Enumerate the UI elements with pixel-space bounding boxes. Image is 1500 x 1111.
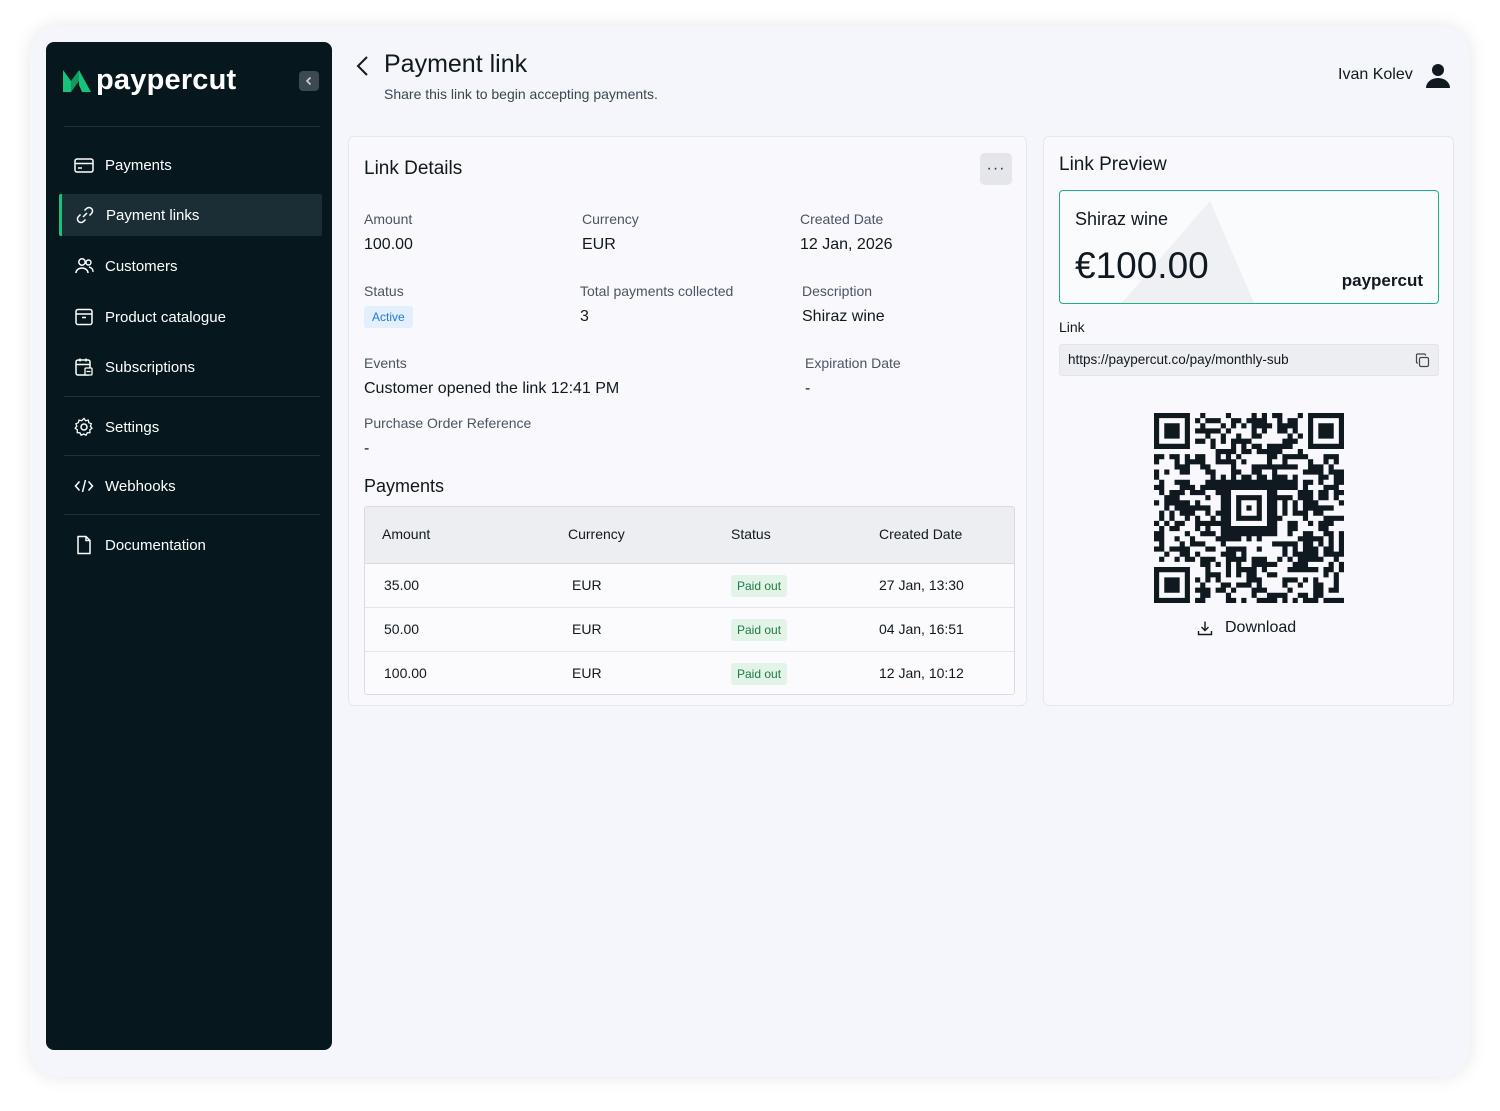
currency-label: Currency bbox=[582, 211, 639, 227]
sidebar-item-subscriptions[interactable]: Subscriptions bbox=[59, 346, 322, 388]
sidebar-divider bbox=[64, 455, 320, 456]
amount-value: 100.00 bbox=[364, 236, 413, 253]
expiration-date-label: Expiration Date bbox=[805, 355, 901, 371]
description-label: Description bbox=[802, 283, 873, 299]
events-value: Customer opened the link 12:41 PM bbox=[364, 380, 620, 397]
total-payments-value: 3 bbox=[580, 308, 589, 325]
checkout-preview: Shiraz wine €100.00 paypercut bbox=[1059, 190, 1439, 304]
sidebar-item-customers[interactable]: Customers bbox=[59, 245, 322, 287]
page-subtitle: Share this link to begin accepting payme… bbox=[384, 86, 658, 102]
cell-status-badge: Paid out bbox=[731, 663, 788, 685]
brand-name: paypercut bbox=[96, 63, 237, 96]
link-details-card: Link Details ··· Amount 100.00 Currency … bbox=[348, 136, 1027, 706]
link-preview-card: Link Preview Shiraz wine €100.00 payperc… bbox=[1043, 136, 1454, 706]
archive-box-icon bbox=[75, 308, 93, 326]
user-name: Ivan Kolev bbox=[1338, 66, 1413, 83]
link-preview-title: Link Preview bbox=[1059, 154, 1167, 175]
cell-date: 12 Jan, 10:12 bbox=[879, 665, 964, 681]
sidebar-item-label: Settings bbox=[105, 418, 160, 436]
table-row[interactable]: 50.00 EUR Paid out 04 Jan, 16:51 bbox=[365, 608, 1014, 652]
paypercut-logo-icon bbox=[63, 70, 91, 92]
created-date-value: 12 Jan, 2026 bbox=[800, 236, 893, 253]
sidebar-item-label: Documentation bbox=[105, 536, 206, 554]
sidebar-item-label: Payments bbox=[105, 156, 172, 174]
back-arrow-icon[interactable] bbox=[352, 54, 374, 78]
cell-status-badge: Paid out bbox=[731, 619, 788, 641]
sidebar-divider bbox=[64, 126, 320, 127]
sidebar-item-label: Payment links bbox=[106, 206, 200, 224]
page-title: Payment link bbox=[384, 50, 528, 78]
cell-status-badge: Paid out bbox=[731, 575, 788, 597]
user-menu[interactable]: Ivan Kolev bbox=[1338, 62, 1451, 88]
chevron-left-icon bbox=[305, 76, 312, 86]
qr-code-image bbox=[1154, 413, 1344, 603]
sidebar-divider bbox=[64, 514, 320, 515]
sidebar-item-payments[interactable]: Payments bbox=[59, 144, 322, 186]
amount-label: Amount bbox=[364, 211, 413, 227]
cell-amount: 50.00 bbox=[384, 621, 420, 637]
table-header: Amount Currency Status Created Date bbox=[365, 507, 1014, 564]
sidebar-item-label: Product catalogue bbox=[105, 308, 226, 326]
user-avatar-icon bbox=[1425, 64, 1450, 88]
sidebar-divider bbox=[64, 396, 320, 397]
table-row[interactable]: 35.00 EUR Paid out 27 Jan, 13:30 bbox=[365, 564, 1014, 608]
column-header-amount[interactable]: Amount bbox=[382, 526, 430, 542]
more-options-button[interactable]: ··· bbox=[980, 153, 1012, 185]
column-header-created-date[interactable]: Created Date bbox=[879, 526, 962, 542]
cell-currency: EUR bbox=[572, 621, 602, 637]
currency-value: EUR bbox=[582, 236, 616, 253]
status-badge: Active bbox=[364, 306, 413, 328]
cell-date: 27 Jan, 13:30 bbox=[879, 577, 964, 593]
sidebar: paypercut Payments Payment links Custome… bbox=[46, 42, 332, 1050]
document-icon bbox=[77, 535, 91, 555]
cell-currency: EUR bbox=[572, 665, 602, 681]
sidebar-item-label: Subscriptions bbox=[105, 358, 196, 376]
sidebar-item-label: Webhooks bbox=[105, 477, 176, 495]
column-header-status[interactable]: Status bbox=[731, 526, 771, 542]
copy-icon[interactable] bbox=[1415, 353, 1430, 368]
credit-card-icon bbox=[74, 158, 94, 173]
payments-section-title: Payments bbox=[364, 476, 445, 496]
gear-icon bbox=[74, 417, 93, 437]
download-label: Download bbox=[1225, 619, 1297, 636]
code-icon bbox=[74, 479, 94, 493]
link-details-title: Link Details bbox=[364, 158, 463, 179]
po-reference-label: Purchase Order Reference bbox=[364, 415, 532, 431]
events-label: Events bbox=[364, 355, 407, 371]
preview-product-name: Shiraz wine bbox=[1075, 209, 1169, 229]
link-url-value: https://paypercut.co/pay/monthly-sub bbox=[1068, 352, 1289, 367]
table-row[interactable]: 100.00 EUR Paid out 12 Jan, 10:12 bbox=[365, 652, 1014, 694]
preview-brand: paypercut bbox=[1341, 271, 1423, 290]
description-value: Shiraz wine bbox=[802, 308, 885, 325]
sidebar-item-settings[interactable]: Settings bbox=[59, 406, 322, 448]
qr-code-modules bbox=[1154, 413, 1344, 603]
brand-logo[interactable]: paypercut bbox=[62, 64, 236, 96]
cell-amount: 100.00 bbox=[384, 665, 427, 681]
sidebar-item-product-catalogue[interactable]: Product catalogue bbox=[59, 296, 322, 338]
calendar-icon bbox=[75, 358, 93, 376]
preview-price: €100.00 bbox=[1075, 245, 1209, 286]
link-url-field[interactable]: https://paypercut.co/pay/monthly-sub bbox=[1059, 344, 1439, 376]
sidebar-item-documentation[interactable]: Documentation bbox=[59, 524, 322, 566]
cell-currency: EUR bbox=[572, 577, 602, 593]
status-label: Status bbox=[364, 283, 404, 299]
total-payments-label: Total payments collected bbox=[580, 283, 734, 299]
created-date-label: Created Date bbox=[800, 211, 884, 227]
link-icon bbox=[76, 206, 94, 224]
collapse-sidebar-button[interactable] bbox=[299, 71, 319, 91]
sidebar-item-payment-links[interactable]: Payment links bbox=[59, 194, 322, 236]
link-label: Link bbox=[1059, 319, 1085, 335]
download-icon bbox=[1197, 621, 1213, 636]
sidebar-item-label: Customers bbox=[105, 257, 178, 275]
expiration-date-value: - bbox=[805, 380, 811, 397]
sidebar-item-webhooks[interactable]: Webhooks bbox=[59, 465, 322, 507]
po-reference-value: - bbox=[364, 440, 370, 457]
users-icon bbox=[75, 258, 94, 274]
column-header-currency[interactable]: Currency bbox=[568, 526, 625, 542]
cell-amount: 35.00 bbox=[384, 577, 420, 593]
payments-table: Amount Currency Status Created Date 35.0… bbox=[364, 506, 1015, 695]
download-button[interactable]: Download bbox=[1197, 619, 1296, 637]
cell-date: 04 Jan, 16:51 bbox=[879, 621, 964, 637]
